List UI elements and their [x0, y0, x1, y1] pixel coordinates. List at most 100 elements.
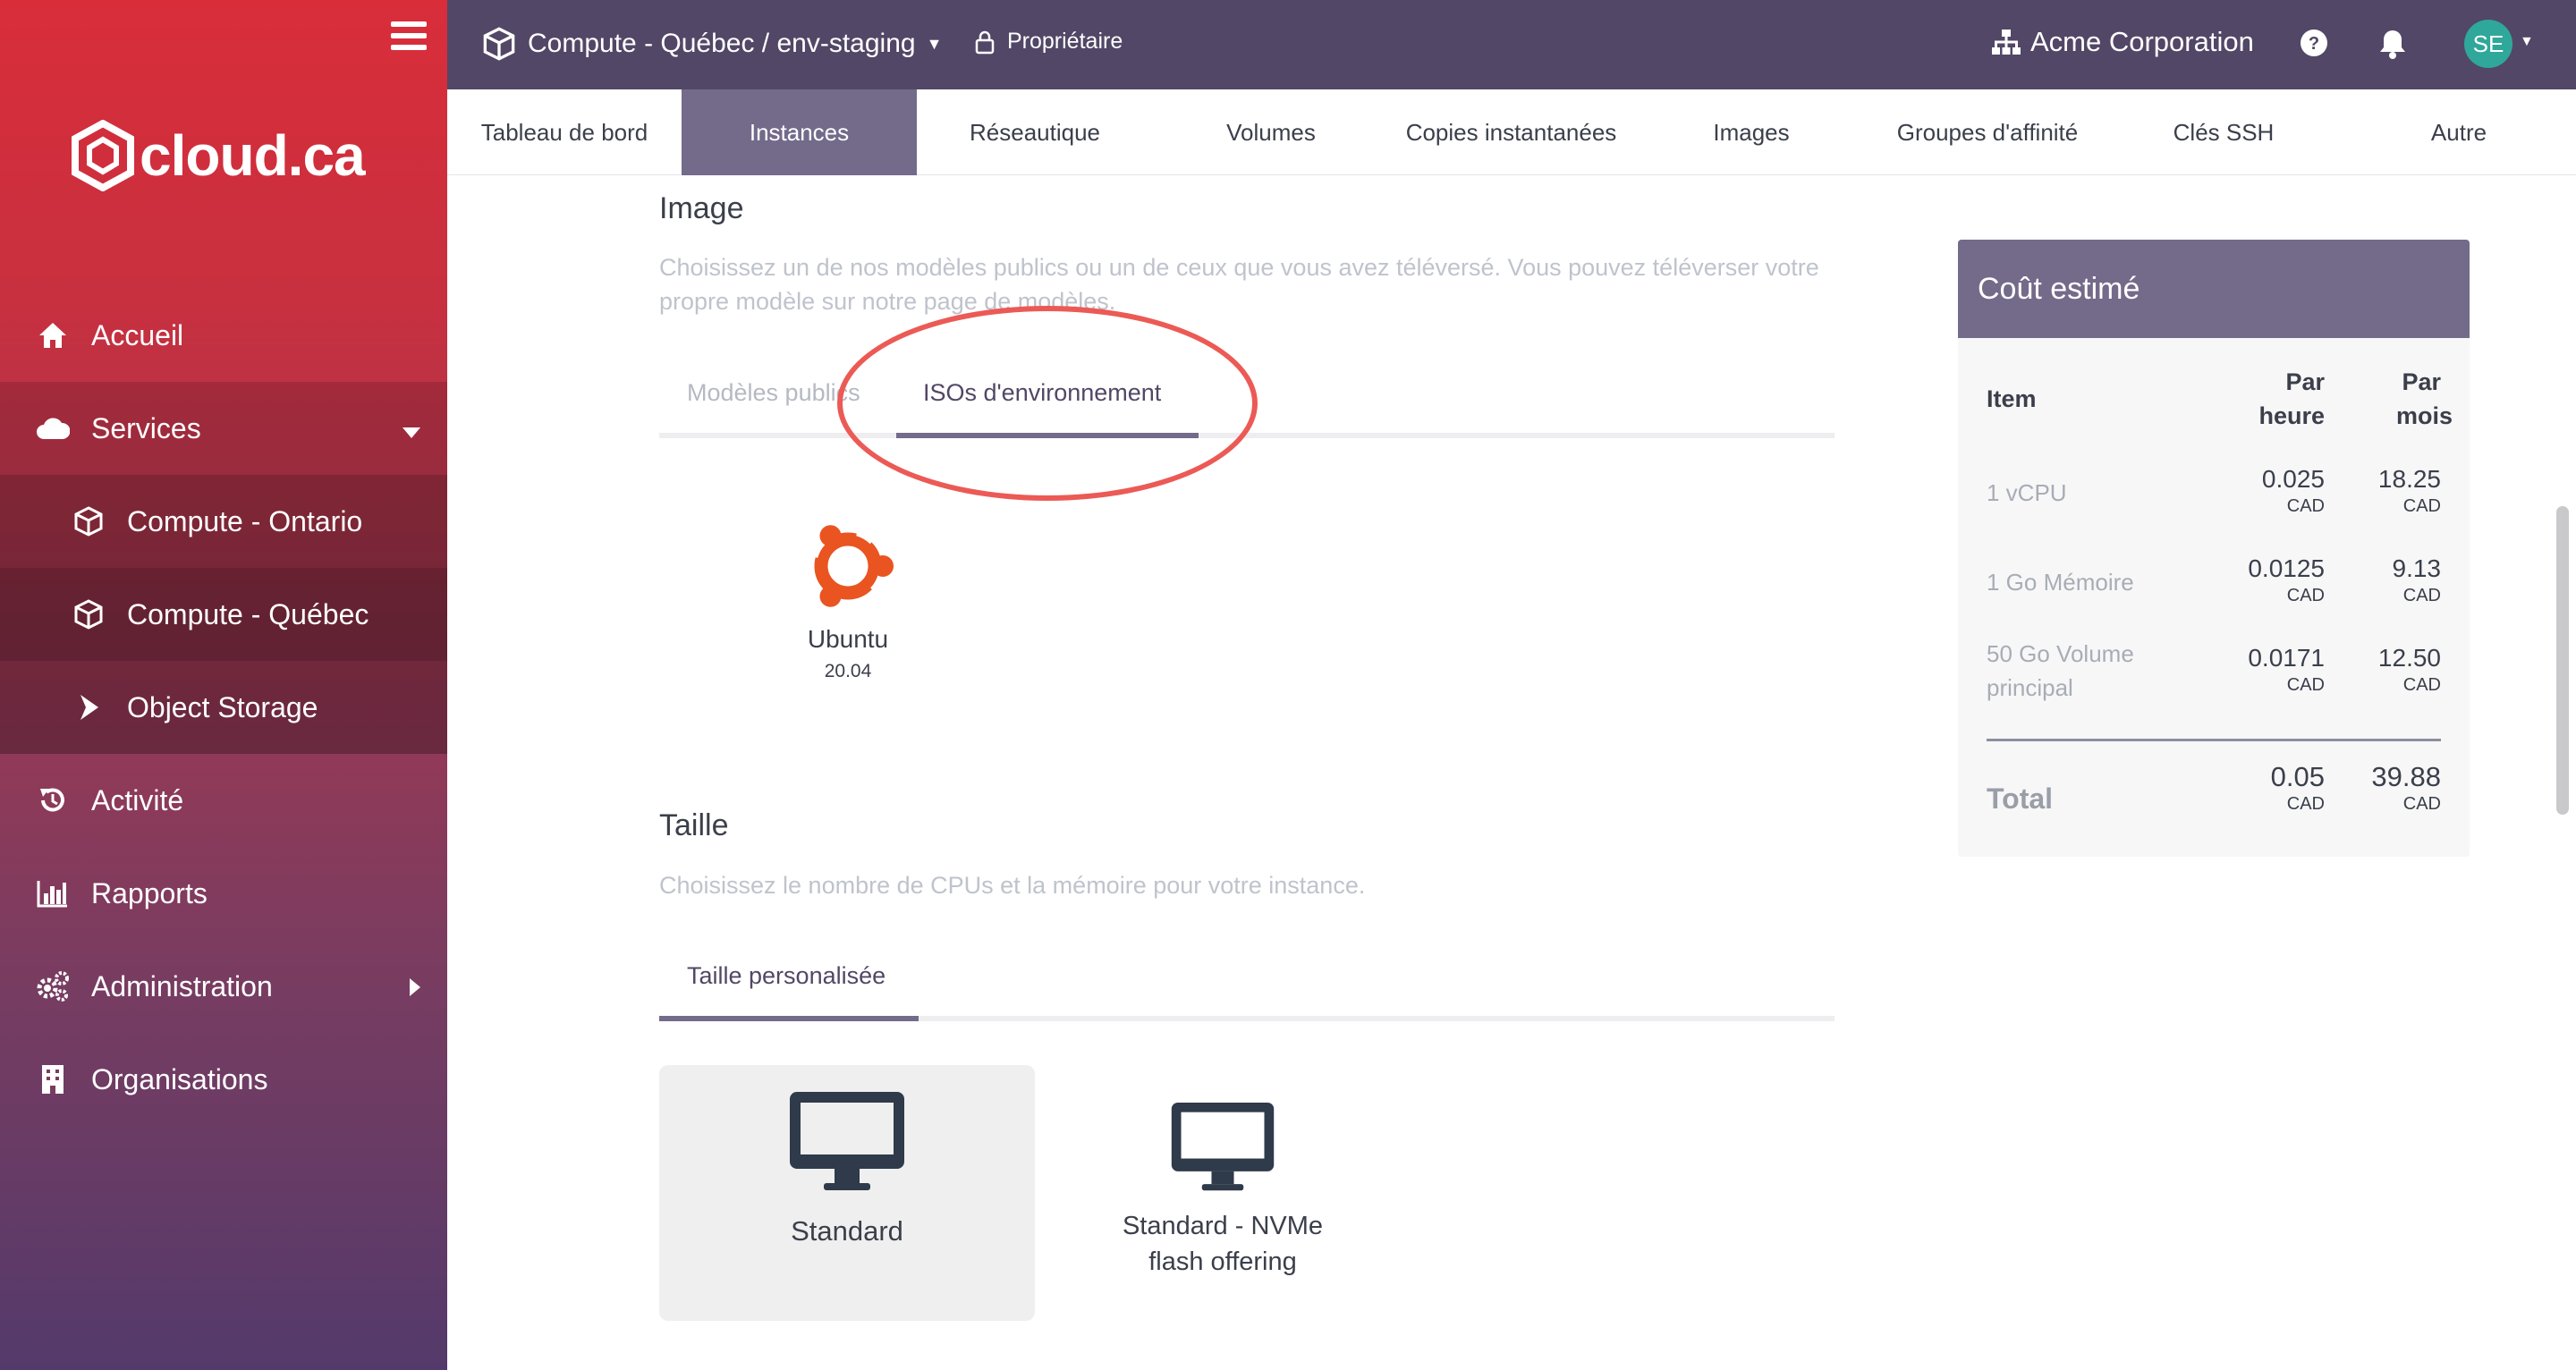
caret-down-icon: [402, 412, 420, 445]
arrow-right-icon: [72, 690, 106, 724]
ubuntu-logo-icon: [809, 525, 894, 607]
sidebar-item-compute-ontario[interactable]: Compute - Ontario: [0, 475, 447, 568]
role-label: Propriétaire: [1007, 29, 1123, 54]
sidebar-item-label: Administration: [91, 969, 273, 1002]
size-option-label: Standard - NVMe flash offering: [1122, 1212, 1324, 1276]
sidebar-item-activite[interactable]: Activité: [0, 754, 447, 847]
tab-cles-ssh[interactable]: Clés SSH: [2106, 89, 2342, 175]
tab-tableau-de-bord[interactable]: Tableau de bord: [447, 89, 682, 175]
iso-version: 20.04: [824, 661, 872, 681]
logo[interactable]: cloud.ca: [72, 120, 366, 191]
sidebar-item-label: Activité: [91, 783, 184, 816]
header-item: Item: [1987, 385, 2037, 412]
cost-item: 50 Go Volume principal: [1987, 640, 2134, 701]
currency: CAD: [2286, 675, 2325, 695]
cost-row: 50 Go Volume principal 0.0171 CAD 12.50 CA…: [1987, 640, 2441, 735]
sidebar-item-object-storage[interactable]: Object Storage: [0, 661, 447, 754]
sidebar-item-label: Object Storage: [127, 690, 318, 723]
caret-down-icon: ▼: [926, 34, 943, 53]
currency: CAD: [2402, 496, 2441, 516]
cost-table: Item Par heure Par mois 1 vCPU 0.025 CAD …: [1987, 365, 2453, 816]
cost-hour: 0.0171: [2248, 644, 2325, 672]
currency: CAD: [2286, 794, 2325, 814]
bell-icon[interactable]: [2379, 29, 2411, 61]
cost-month: 9.13: [2392, 554, 2442, 582]
lock-icon: [975, 30, 995, 54]
tab-volumes[interactable]: Volumes: [1153, 89, 1389, 175]
svg-text:?: ?: [2309, 34, 2319, 54]
home-icon: [36, 318, 70, 352]
total-label: Total: [1987, 782, 2054, 815]
size-section-title: Taille: [659, 808, 729, 842]
breadcrumb: Compute - Québec / env-staging: [528, 29, 916, 58]
active-tab-indicator: [659, 1016, 919, 1021]
size-option-standard-nvme[interactable]: Standard - NVMe flash offering: [1035, 1065, 1411, 1321]
menu-toggle-icon[interactable]: [391, 21, 427, 54]
monitor-icon: [790, 1092, 904, 1190]
scrollbar[interactable]: [2556, 506, 2569, 815]
sidebar-item-label: Compute - Ontario: [127, 504, 363, 537]
cost-row: 1 Go Mémoire 0.0125 CAD 9.13 CAD: [1987, 553, 2441, 642]
cost-panel-title: Coût estimé: [1958, 240, 2470, 338]
cost-item: 1 Go Mémoire: [1987, 569, 2134, 596]
environment-selector[interactable]: Compute - Québec / env-staging ▼: [483, 27, 942, 61]
cost-hour: 0.025: [2261, 465, 2325, 493]
iso-name: Ubuntu: [807, 625, 889, 653]
tab-groupes-affinite[interactable]: Groupes d'affinité: [1869, 89, 2106, 175]
tab-reseautique[interactable]: Réseautique: [917, 89, 1153, 175]
header-per-month: Par mois: [2396, 368, 2453, 429]
sidebar-item-organisations[interactable]: Organisations: [0, 1033, 447, 1126]
history-icon: [36, 783, 70, 817]
cost-table-header: Item Par heure Par mois: [1987, 365, 2453, 463]
sidebar-item-administration[interactable]: Administration: [0, 940, 447, 1033]
tab-instances[interactable]: Instances: [682, 89, 917, 175]
tab-modeles-publics[interactable]: Modèles publics: [687, 379, 860, 407]
cube-icon: [72, 504, 106, 538]
cost-month: 18.25: [2377, 465, 2441, 493]
cost-item: 1 vCPU: [1987, 479, 2067, 506]
cloud-icon: [36, 411, 70, 445]
cube-logo-icon: [72, 120, 134, 191]
sidebar-item-services[interactable]: Services: [0, 382, 447, 475]
currency: CAD: [2402, 794, 2441, 814]
sidebar-nav: Accueil Services Compute - Ontario Compu…: [0, 289, 447, 1126]
sidebar-item-compute-quebec[interactable]: Compute - Québec: [0, 568, 447, 661]
currency: CAD: [2402, 675, 2441, 695]
sidebar-item-label: Accueil: [91, 318, 184, 351]
monitor-icon: [1171, 1102, 1275, 1191]
avatar[interactable]: SE: [2464, 20, 2512, 68]
sidebar-item-label: Organisations: [91, 1062, 268, 1095]
sidebar: cloud.ca Accueil Services Compute - Onta…: [0, 0, 447, 1370]
sitemap-icon: [1992, 30, 2021, 55]
tab-images[interactable]: Images: [1633, 89, 1869, 175]
gears-icon: [36, 969, 70, 1003]
building-icon: [36, 1062, 70, 1096]
organization-selector[interactable]: Acme Corporation: [1991, 26, 2254, 58]
cost-estimate-panel: Coût estimé Item Par heure Par mois 1 vC…: [1958, 240, 2470, 857]
cost-total-row: Total 0.05 CAD 39.88 CAD: [1987, 761, 2441, 816]
sidebar-item-label: Compute - Québec: [127, 597, 369, 630]
sidebar-item-label: Rapports: [91, 876, 208, 909]
tab-copies-instantanees[interactable]: Copies instantanées: [1389, 89, 1633, 175]
annotation-circle: [837, 306, 1258, 501]
iso-ubuntu[interactable]: Ubuntu 20.04: [778, 516, 918, 682]
size-section-description: Choisissez le nombre de CPUs et la mémoi…: [659, 872, 1366, 899]
image-section-description: Choisissez un de nos modèles publics ou …: [659, 254, 1819, 315]
tab-autre[interactable]: Autre: [2342, 89, 2576, 175]
currency: CAD: [2286, 586, 2325, 605]
sidebar-item-accueil[interactable]: Accueil: [0, 289, 447, 382]
top-bar: Compute - Québec / env-staging ▼ Proprié…: [447, 0, 2576, 89]
cube-icon: [72, 597, 106, 631]
organization-name: Acme Corporation: [2030, 26, 2254, 57]
caret-down-icon[interactable]: ▼: [2520, 34, 2534, 50]
sidebar-item-label: Services: [91, 411, 201, 444]
role-indicator: Propriétaire: [975, 29, 1123, 55]
cost-row: 1 vCPU 0.025 CAD 18.25 CAD: [1987, 463, 2441, 553]
tab-taille-personalisee[interactable]: Taille personalisée: [687, 962, 886, 990]
help-icon[interactable]: ?: [2300, 29, 2332, 61]
sidebar-item-rapports[interactable]: Rapports: [0, 847, 447, 940]
total-month: 39.88: [2371, 761, 2441, 792]
currency: CAD: [2402, 586, 2441, 605]
size-option-standard[interactable]: Standard: [659, 1065, 1035, 1321]
cost-hour: 0.0125: [2248, 554, 2325, 582]
